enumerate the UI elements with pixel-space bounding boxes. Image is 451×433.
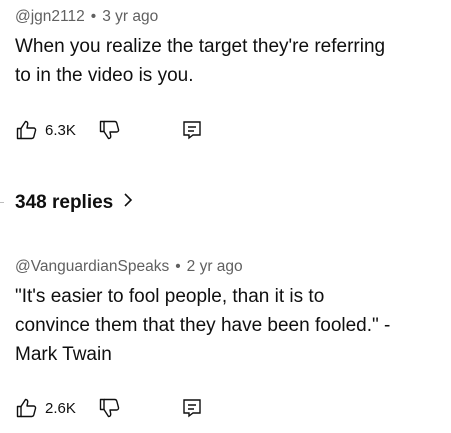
comment-text-line: to in the video is you. <box>15 65 194 86</box>
comment-text-line: Mark Twain <box>15 344 112 365</box>
comment-text-line: When you realize the target they're refe… <box>15 36 386 57</box>
like-count: 2.6K <box>45 399 76 417</box>
comment-meta: @jgn2112 • 3 yr ago <box>15 8 445 26</box>
reply-button[interactable] <box>180 396 204 420</box>
comment-text-line: convince them that they have been fooled… <box>15 315 391 336</box>
meta-separator: • <box>90 8 97 25</box>
meta-separator: • <box>175 258 181 275</box>
thumbs-up-icon <box>15 396 39 420</box>
thumbs-up-icon <box>15 118 39 142</box>
thumbs-down-icon <box>98 118 122 142</box>
comment-text: "It's easier to fool people, than it is … <box>15 282 445 369</box>
comment-2: @VanguardianSpeaks • 2 yr ago "It's easier… <box>15 258 445 369</box>
author-handle[interactable]: @jgn2112 <box>15 8 85 25</box>
dislike-button[interactable] <box>98 396 122 420</box>
thumbs-down-icon <box>98 396 122 420</box>
reply-button[interactable] <box>180 118 204 142</box>
comment-age: 3 yr ago <box>102 8 159 25</box>
reply-icon <box>180 118 204 142</box>
dislike-button[interactable] <box>98 118 122 142</box>
like-button[interactable]: 2.6K <box>15 396 76 420</box>
chevron-right-icon <box>123 192 133 214</box>
comment-age: 2 yr ago <box>186 258 243 275</box>
replies-count-label: 348 replies <box>15 192 114 213</box>
divider <box>0 202 4 203</box>
comment-1-actions: 6.3K <box>15 118 445 142</box>
comment-text: When you realize the target they're refe… <box>15 32 445 90</box>
author-handle[interactable]: @VanguardianSpeaks <box>15 258 169 275</box>
like-button[interactable]: 6.3K <box>15 118 76 142</box>
view-replies-button[interactable]: 348 replies <box>15 190 133 216</box>
comment-text-line: "It's easier to fool people, than it is … <box>15 286 325 307</box>
comment-1: @jgn2112 • 3 yr ago When you realize the t… <box>15 8 445 90</box>
comment-2-actions: 2.6K <box>15 396 445 420</box>
comment-meta: @VanguardianSpeaks • 2 yr ago <box>15 258 445 276</box>
reply-icon <box>180 396 204 420</box>
like-count: 6.3K <box>45 121 76 139</box>
